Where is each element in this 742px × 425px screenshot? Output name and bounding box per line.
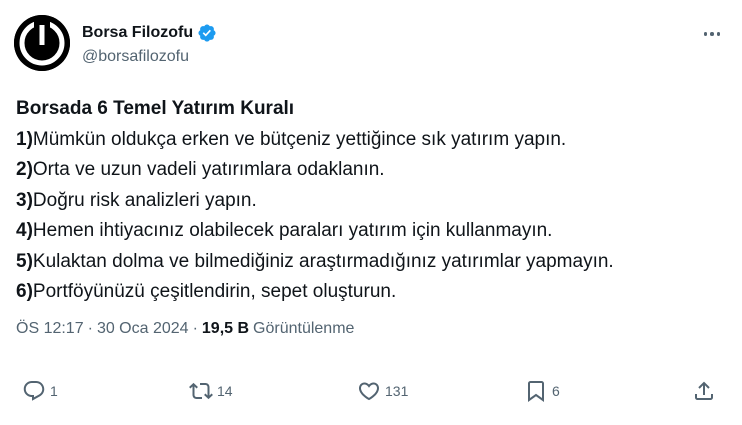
retweet-icon	[189, 382, 213, 400]
item-number: 2)	[16, 159, 33, 180]
list-item: 4)Hemen ihtiyacınız olabilecek paraları …	[16, 216, 731, 247]
like-count: 131	[385, 383, 409, 399]
bookmark-count: 6	[552, 383, 560, 399]
item-number: 5)	[16, 250, 33, 272]
item-number: 6)	[16, 281, 33, 302]
share-icon	[695, 381, 713, 400]
tweet-date[interactable]: 30 Oca 2024	[97, 320, 189, 338]
views-label: Görüntülenme	[253, 320, 355, 337]
meta-separator: ·	[87, 320, 93, 337]
list-item: 3)Doğru risk analizleri yapın.	[16, 186, 731, 217]
meta-separator: ·	[192, 320, 198, 337]
like-button[interactable]: 131	[357, 379, 408, 403]
item-text: Hemen ihtiyacınız olabilecek paraları ya…	[32, 220, 553, 241]
item-text: Portföyünüzü çeşitlendirin, sepet oluştu…	[32, 281, 397, 302]
verified-badge-icon[interactable]	[197, 23, 217, 43]
tweet-meta: ÖS 12:17 · 30 Oca 2024 · 19,5 B Görüntül…	[16, 320, 354, 338]
item-number: 4)	[16, 220, 33, 241]
tweet-time[interactable]: ÖS 12:17	[16, 320, 84, 338]
list-item: 5)Kulaktan dolma ve bilmediğiniz araştır…	[16, 247, 731, 278]
bookmark-button[interactable]: 6	[524, 379, 560, 403]
reply-count: 1	[50, 383, 58, 399]
share-button[interactable]	[692, 379, 716, 403]
tweet-title: Borsada 6 Temel Yatırım Kuralı	[16, 98, 295, 119]
reply-button[interactable]: 1	[22, 379, 58, 403]
author-display-name[interactable]: Borsa Filozofu	[82, 24, 193, 42]
item-text: Orta ve uzun vadeli yatırımlara odaklanı…	[32, 159, 385, 180]
logo-power-icon	[14, 15, 70, 71]
bookmark-icon	[528, 381, 544, 402]
item-number: 1)	[16, 128, 33, 150]
list-item: 6)Portföyünüzü çeşitlendirin, sepet oluş…	[16, 277, 731, 308]
list-item: 1)Mümkün oldukça erken ve bütçeniz yetti…	[16, 125, 731, 156]
retweet-button[interactable]: 14	[189, 379, 233, 403]
list-item: 2)Orta ve uzun vadeli yatırımlara odakla…	[16, 155, 731, 186]
author-name-row: Borsa Filozofu	[82, 23, 217, 43]
views-count: 19,5 B	[201, 320, 250, 337]
item-text: Kulaktan dolma ve bilmediğiniz araştırma…	[32, 250, 614, 272]
author-handle[interactable]: @borsafilozofu	[82, 48, 189, 66]
reply-icon	[23, 381, 45, 401]
retweet-count: 14	[217, 383, 233, 399]
avatar[interactable]	[14, 15, 70, 71]
item-number: 3)	[16, 189, 33, 211]
more-icon[interactable]	[700, 25, 724, 43]
like-icon	[358, 382, 380, 401]
action-bar: 1 14 131 6	[0, 367, 742, 422]
item-text: Doğru risk analizleri yapın.	[32, 189, 257, 211]
tweet-text: Borsada 6 Temel Yatırım Kuralı 1)Mümkün …	[16, 94, 731, 308]
item-text: Mümkün oldukça erken ve bütçeniz yettiği…	[32, 128, 567, 150]
